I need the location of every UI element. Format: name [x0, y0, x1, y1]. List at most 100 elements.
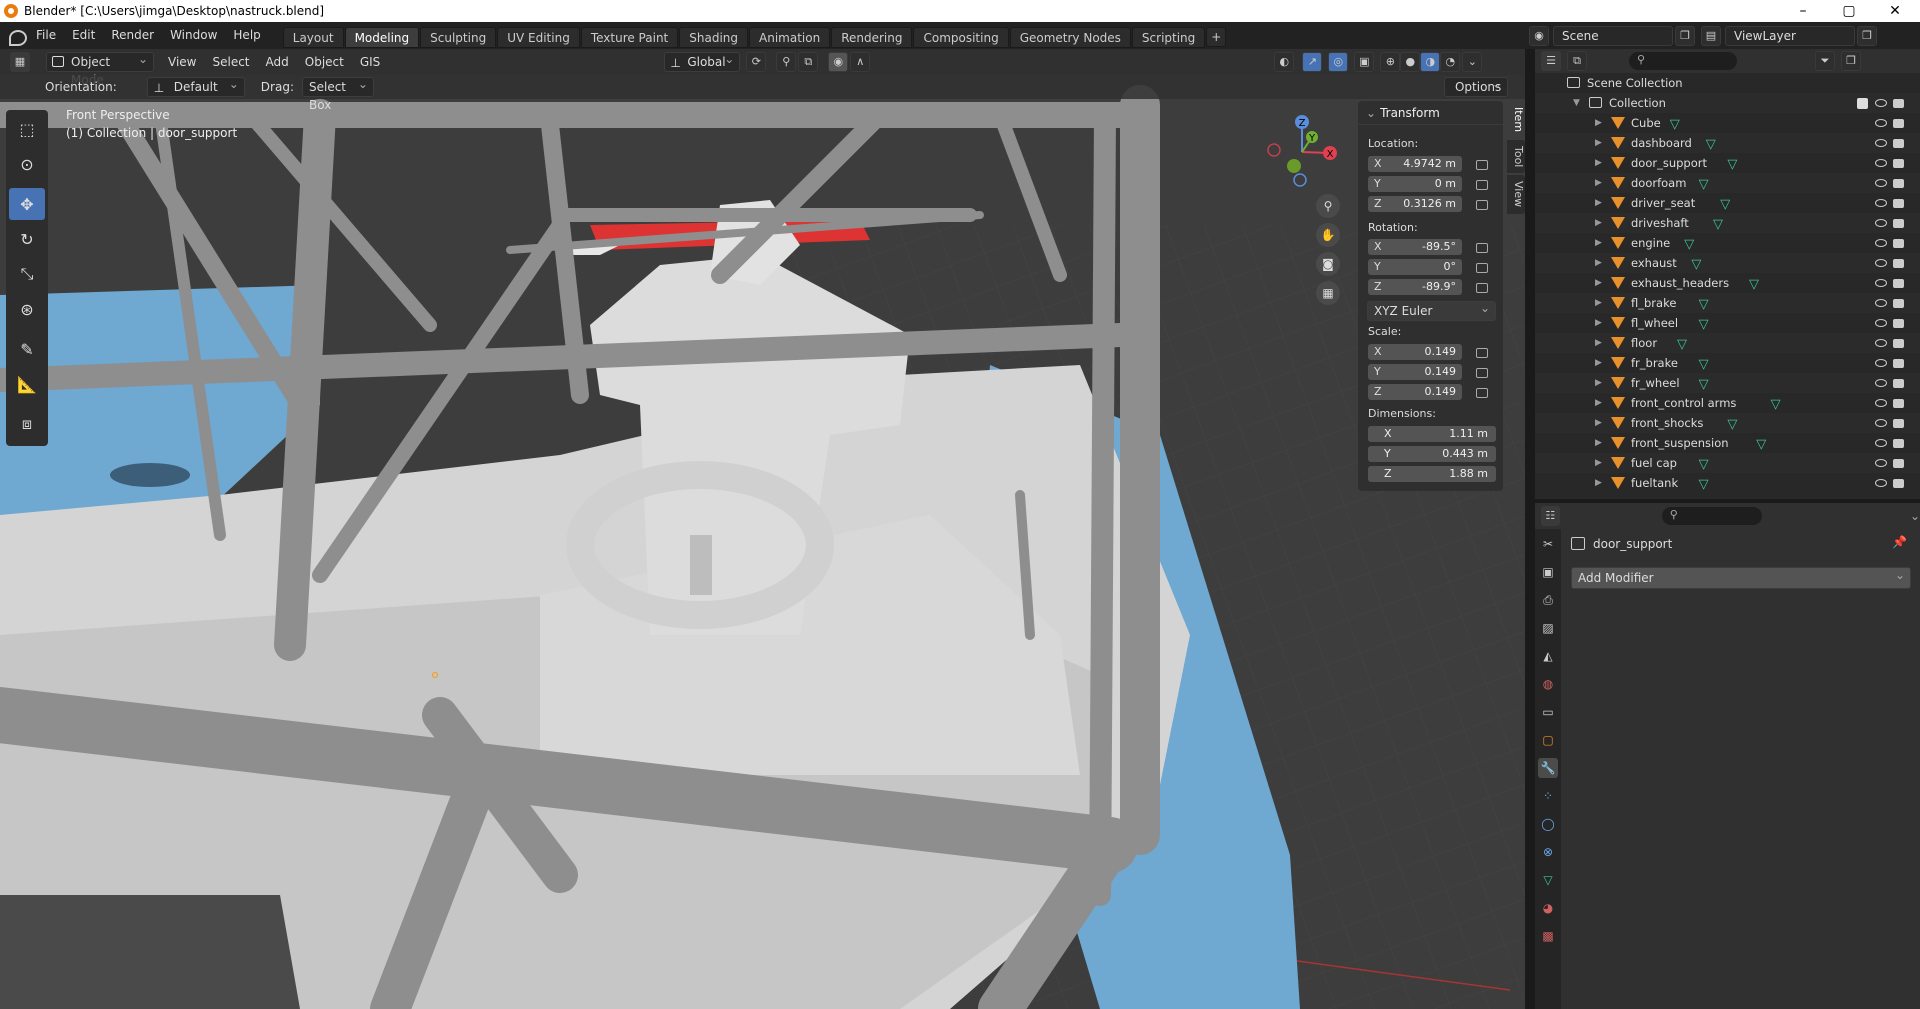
expand-arrow-icon[interactable]: ▶ [1595, 213, 1602, 233]
lock-icon[interactable] [1476, 368, 1488, 378]
new-collection-icon[interactable]: ❐ [1841, 51, 1861, 71]
visibility-eye-icon[interactable] [1875, 419, 1887, 427]
mesh-data-icon[interactable]: ▽ [1677, 335, 1687, 355]
dimension-z-field[interactable]: Z 1.88 m [1368, 466, 1496, 482]
render-camera-icon[interactable] [1893, 459, 1904, 468]
tab-tool[interactable]: Tool [1507, 140, 1525, 174]
tab-modeling[interactable]: Modeling [344, 26, 420, 48]
render-camera-icon[interactable] [1893, 479, 1904, 488]
visibility-eye-icon[interactable] [1875, 179, 1887, 187]
gizmo-neg-z[interactable] [1293, 173, 1307, 187]
lock-icon[interactable] [1476, 200, 1488, 210]
outliner-object-row[interactable]: ▶ driveshaft ▽ [1535, 213, 1920, 233]
menu-file[interactable]: File [28, 22, 64, 49]
view-layer-tab-icon[interactable]: ▨ [1538, 618, 1558, 638]
snap-target-icon[interactable]: ⧉ [798, 52, 819, 72]
scale-tool-icon[interactable]: ⤡ [9, 258, 45, 290]
add-modifier-dropdown[interactable]: Add Modifier [1571, 565, 1911, 589]
outliner-object-row[interactable]: ▶ fl_brake ▽ [1535, 293, 1920, 313]
shading-rendered-icon[interactable]: ◔ [1440, 52, 1461, 72]
menu-render[interactable]: Render [103, 22, 162, 49]
annotate-tool-icon[interactable]: ✎ [9, 333, 45, 365]
outliner-editor-type-icon[interactable]: ☰ [1541, 51, 1561, 71]
menu-help[interactable]: Help [225, 22, 268, 49]
collection-tab-icon[interactable]: ▭ [1538, 702, 1558, 722]
drag-dropdown[interactable]: Select Box [301, 75, 374, 112]
tab-texture-paint[interactable]: Texture Paint [580, 26, 679, 48]
outliner-scene-collection-row[interactable]: Scene Collection [1535, 73, 1920, 93]
rotation-y-field[interactable]: Y 0° [1368, 259, 1462, 275]
pan-hand-icon[interactable]: ✋ [1316, 223, 1340, 247]
properties-editor-type-icon[interactable]: ☷ [1541, 506, 1560, 526]
scene-tab-icon[interactable]: ◭ [1538, 646, 1558, 666]
render-camera-icon[interactable] [1893, 199, 1904, 208]
render-camera-icon[interactable] [1893, 339, 1904, 348]
proportional-edit-icon[interactable]: ◉ [828, 52, 849, 72]
visibility-eye-icon[interactable] [1875, 99, 1887, 107]
dimension-x-field[interactable]: X 1.11 m [1368, 426, 1496, 442]
pin-icon[interactable]: 📌 [1892, 535, 1907, 549]
expand-arrow-icon[interactable]: ▶ [1595, 473, 1602, 493]
show-gizmo-icon[interactable]: ↗ [1302, 52, 1323, 72]
measure-tool-icon[interactable]: 📐 [9, 368, 45, 400]
tab-sculpting[interactable]: Sculpting [420, 26, 497, 48]
tool-tab-icon[interactable]: ✂ [1538, 534, 1558, 554]
mesh-data-icon[interactable]: ▽ [1713, 215, 1723, 235]
mesh-data-icon[interactable]: ▽ [1699, 475, 1709, 495]
new-scene-icon[interactable]: ❐ [1675, 25, 1695, 46]
render-camera-icon[interactable] [1893, 139, 1904, 148]
gizmo-neg-x[interactable] [1267, 143, 1281, 157]
visibility-eye-icon[interactable] [1875, 299, 1887, 307]
options-chevron-icon[interactable]: ⌄ [1910, 509, 1920, 523]
pivot-point-icon[interactable]: ⟳ [746, 52, 767, 72]
visibility-eye-icon[interactable] [1875, 319, 1887, 327]
expand-arrow-icon[interactable]: ▶ [1595, 173, 1602, 193]
visibility-eye-icon[interactable] [1875, 399, 1887, 407]
select-box-tool-icon[interactable]: ⬚ [9, 113, 45, 145]
tab-compositing[interactable]: Compositing [913, 26, 1009, 48]
scale-z-field[interactable]: Z 0.149 [1368, 384, 1462, 400]
menu-edit[interactable]: Edit [64, 22, 103, 49]
maximize-button[interactable]: ▢ [1826, 0, 1872, 22]
transform-tool-icon[interactable]: ⊛ [9, 293, 45, 325]
render-camera-icon[interactable] [1893, 219, 1904, 228]
mesh-data-icon[interactable]: ▽ [1727, 155, 1737, 175]
dimension-y-field[interactable]: Y 0.443 m [1368, 446, 1496, 462]
expand-arrow-icon[interactable]: ▶ [1595, 433, 1602, 453]
mesh-data-icon[interactable]: ▽ [1691, 255, 1701, 275]
expand-arrow-icon[interactable]: ▶ [1595, 113, 1602, 133]
menu-gis[interactable]: GIS [352, 55, 388, 69]
visibility-eye-icon[interactable] [1875, 459, 1887, 467]
rotation-x-field[interactable]: X -89.5° [1368, 239, 1462, 255]
outliner-object-row[interactable]: ▶ fr_wheel ▽ [1535, 373, 1920, 393]
mesh-data-icon[interactable]: ▽ [1749, 275, 1759, 295]
expand-arrow-icon[interactable]: ▶ [1595, 453, 1602, 473]
render-camera-icon[interactable] [1893, 279, 1904, 288]
world-tab-icon[interactable]: ◍ [1538, 674, 1558, 694]
outliner-object-row[interactable]: ▶ front_shocks ▽ [1535, 413, 1920, 433]
area-divider[interactable] [1525, 49, 1535, 1009]
outliner-object-row[interactable]: ▶ fl_wheel ▽ [1535, 313, 1920, 333]
data-tab-icon[interactable]: ▽ [1538, 870, 1558, 890]
outliner-search-input[interactable]: ⚲ [1629, 52, 1737, 70]
menu-add[interactable]: Add [258, 55, 297, 69]
scene-icon[interactable]: ◉ [1529, 25, 1549, 46]
outliner-object-row[interactable]: ▶ fueltank ▽ [1535, 473, 1920, 493]
perspective-grid-icon[interactable]: ▦ [1316, 281, 1340, 305]
3d-viewport[interactable] [0, 75, 1525, 1009]
scene-selector[interactable]: Scene [1553, 25, 1673, 46]
outliner-object-row[interactable]: ▶ engine ▽ [1535, 233, 1920, 253]
visibility-eye-icon[interactable] [1875, 239, 1887, 247]
expand-arrow-icon[interactable]: ▼ [1573, 93, 1580, 113]
visibility-eye-icon[interactable] [1875, 479, 1887, 487]
material-tab-icon[interactable]: ◕ [1538, 898, 1558, 918]
view-layer-icon[interactable]: ▤ [1701, 25, 1721, 46]
visibility-eye-icon[interactable] [1875, 159, 1887, 167]
scale-y-field[interactable]: Y 0.149 [1368, 364, 1462, 380]
expand-arrow-icon[interactable]: ▶ [1595, 333, 1602, 353]
outliner-object-row[interactable]: ▶ floor ▽ [1535, 333, 1920, 353]
transform-orientation-dropdown[interactable]: ⊥ Global [664, 50, 741, 72]
filter-icon[interactable]: ⏷ [1815, 51, 1835, 71]
texture-tab-icon[interactable]: ▩ [1538, 926, 1558, 946]
tab-shading[interactable]: Shading [679, 26, 748, 48]
